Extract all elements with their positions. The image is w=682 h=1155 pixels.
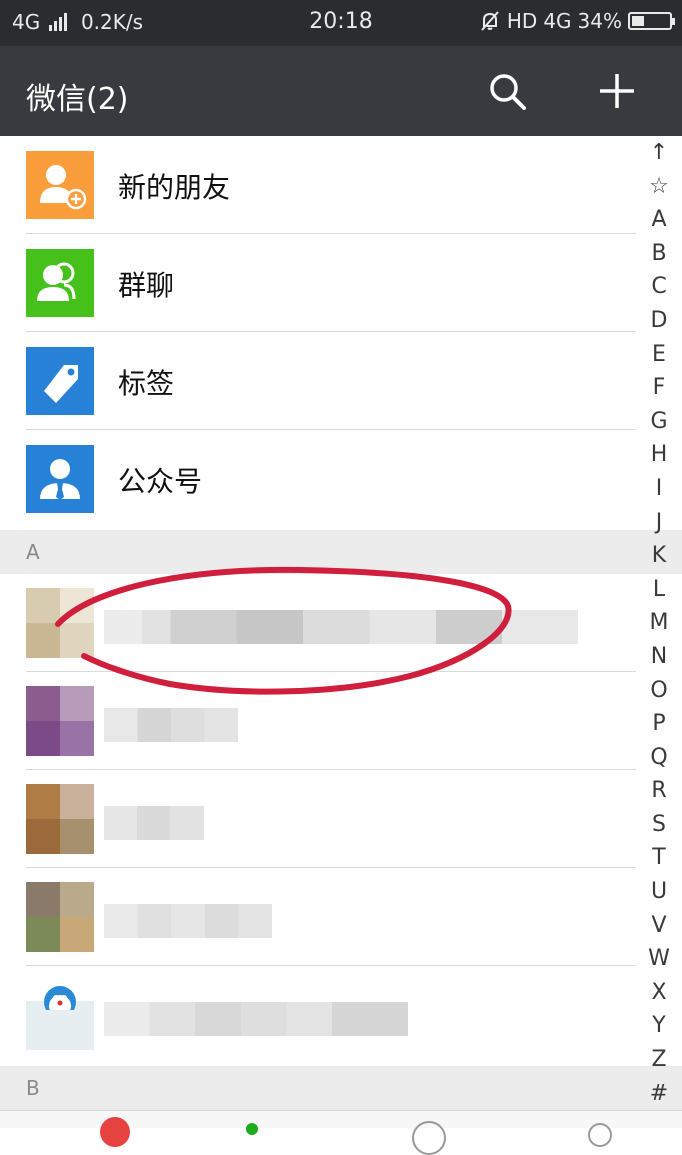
index-letter[interactable]: M (636, 606, 682, 640)
index-letter[interactable]: L (636, 573, 682, 607)
new-friends-row[interactable]: 新的朋友 (0, 136, 636, 234)
battery-percent: 34% (577, 9, 622, 33)
section-header-a: A (0, 530, 682, 574)
index-letter[interactable]: P (636, 707, 682, 741)
tags-row[interactable]: 标签 (0, 332, 636, 430)
index-letter[interactable]: B (636, 237, 682, 271)
contact-name-redacted (104, 904, 272, 938)
index-letter[interactable]: ↑ (636, 136, 682, 170)
mute-bell-icon (481, 11, 499, 31)
group-chat-icon (26, 249, 94, 317)
group-chat-label: 群聊 (118, 269, 175, 302)
search-icon (490, 74, 526, 110)
index-letter[interactable]: X (636, 976, 682, 1010)
contact-row[interactable] (0, 574, 636, 672)
index-letter[interactable]: S (636, 808, 682, 842)
section-letter: B (26, 1076, 40, 1100)
index-letter[interactable]: E (636, 338, 682, 372)
search-button[interactable] (484, 68, 530, 114)
index-letter[interactable]: D (636, 304, 682, 338)
status-right: HD 4G 34% (479, 9, 675, 33)
new-friends-label: 新的朋友 (118, 171, 231, 204)
section-header-b: B (0, 1066, 682, 1110)
official-account-icon (26, 445, 94, 513)
index-letter[interactable]: J (636, 506, 682, 540)
contact-row[interactable] (0, 672, 636, 770)
avatar (26, 784, 94, 854)
contact-row[interactable] (0, 770, 636, 868)
index-letter[interactable]: G (636, 405, 682, 439)
status-bar: 4G 0.2K/s 20:18 HD 4G 34% (0, 0, 682, 46)
index-letter[interactable]: A (636, 203, 682, 237)
index-letter[interactable]: I (636, 472, 682, 506)
index-letter[interactable]: W (636, 942, 682, 976)
index-letter[interactable]: U (636, 875, 682, 909)
index-letter[interactable]: C (636, 270, 682, 304)
official-accounts-label: 公众号 (118, 465, 203, 498)
page-title: 微信(2) (26, 82, 129, 117)
add-button[interactable] (594, 68, 640, 114)
index-letter[interactable]: V (636, 909, 682, 943)
avatar (26, 588, 94, 658)
tab-indicator (246, 1123, 258, 1135)
cartoon-avatar-icon (44, 986, 76, 1018)
tab-bar (0, 1110, 682, 1155)
index-letter[interactable]: H (636, 438, 682, 472)
group-chat-row[interactable]: 群聊 (0, 234, 636, 332)
contact-row[interactable] (0, 966, 636, 1064)
index-letter[interactable]: Q (636, 741, 682, 775)
battery-icon (628, 12, 675, 30)
index-letter[interactable]: ☆ (636, 170, 682, 204)
index-letter[interactable]: K (636, 539, 682, 573)
avatar (26, 980, 94, 1050)
contact-name-redacted (104, 806, 204, 840)
add-friend-icon (26, 151, 94, 219)
tab-icon[interactable] (412, 1121, 446, 1155)
alphabet-index[interactable]: ↑ ☆ A B C D E F G H I J K L M N O P Q R S T U V W X Y Z # (636, 136, 682, 1111)
contact-name-redacted (104, 610, 578, 644)
contact-name-redacted (104, 1002, 408, 1036)
tag-icon (26, 347, 94, 415)
index-letter[interactable]: R (636, 774, 682, 808)
index-letter[interactable]: N (636, 640, 682, 674)
network-type-right: 4G (543, 9, 572, 33)
tags-label: 标签 (118, 367, 175, 400)
hd-label: HD (506, 9, 538, 33)
avatar (26, 882, 94, 952)
battery-level (632, 16, 644, 26)
plus-icon (600, 74, 634, 108)
index-letter[interactable]: T (636, 841, 682, 875)
unread-badge (100, 1117, 130, 1147)
section-letter: A (26, 540, 40, 564)
index-letter[interactable]: O (636, 674, 682, 708)
contact-name-redacted (104, 708, 238, 742)
index-letter[interactable]: # (636, 1077, 682, 1111)
title-bar: 微信(2) (0, 46, 682, 136)
official-accounts-row[interactable]: 公众号 (0, 430, 636, 528)
index-letter[interactable]: F (636, 371, 682, 405)
avatar (26, 686, 94, 756)
index-letter[interactable]: Y (636, 1009, 682, 1043)
contact-row[interactable] (0, 868, 636, 966)
index-letter[interactable]: Z (636, 1043, 682, 1077)
